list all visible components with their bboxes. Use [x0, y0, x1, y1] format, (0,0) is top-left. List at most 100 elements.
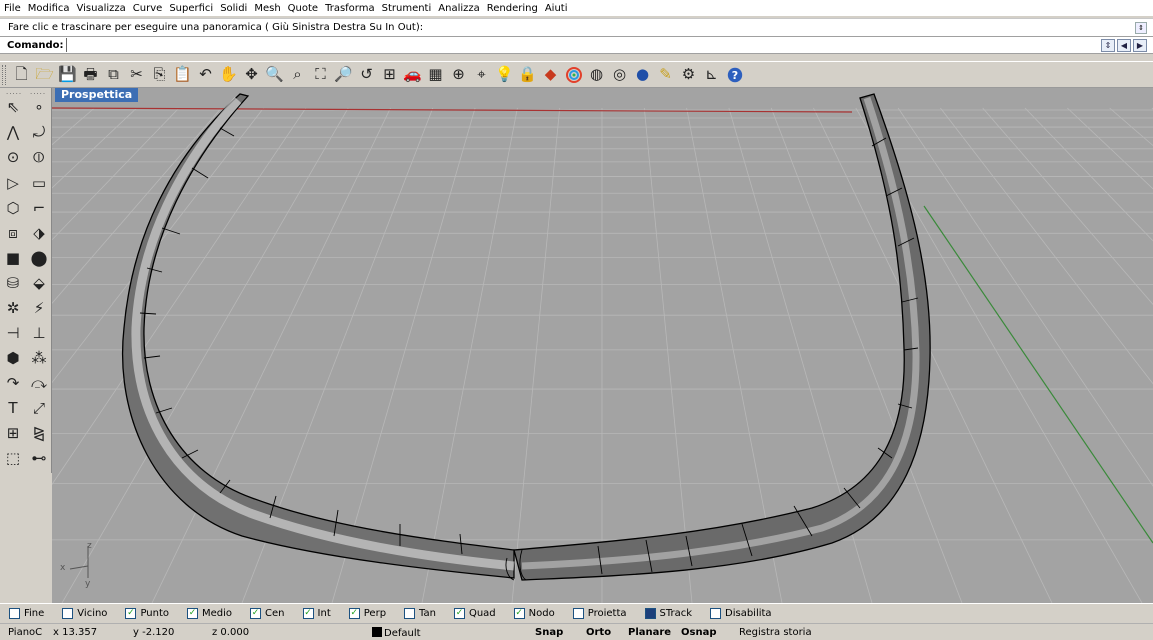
- osnap-perp-checkbox[interactable]: [348, 608, 360, 619]
- menu-strumenti[interactable]: Strumenti: [382, 3, 432, 14]
- osnap-quad-checkbox[interactable]: [453, 608, 465, 619]
- analysis-icon[interactable]: ⚡: [27, 296, 51, 320]
- menu-curve[interactable]: Curve: [133, 3, 163, 14]
- menu-rendering[interactable]: Rendering: [487, 3, 538, 14]
- cplane-icon[interactable]: ⊕: [447, 64, 470, 86]
- menu-visualizza[interactable]: Visualizza: [77, 3, 126, 14]
- copy-icon[interactable]: ⎘: [148, 64, 171, 86]
- scale-icon[interactable]: ⤢: [27, 396, 51, 420]
- menu-file[interactable]: File: [4, 3, 21, 14]
- cut-icon[interactable]: ✂: [125, 64, 148, 86]
- osnap-proietta-checkbox[interactable]: [572, 608, 584, 619]
- osnap-int-checkbox[interactable]: [302, 608, 314, 619]
- light-bulb-icon[interactable]: 💡: [493, 64, 516, 86]
- osnap-punto[interactable]: Punto: [125, 608, 169, 619]
- osnap-proietta[interactable]: Proietta: [572, 608, 627, 619]
- color-wheel-icon[interactable]: [562, 64, 585, 86]
- explode-icon[interactable]: ⁂: [27, 346, 51, 370]
- arc-icon[interactable]: ▷: [1, 171, 25, 195]
- osnap-vicino-checkbox[interactable]: [62, 608, 74, 619]
- status-ortho-button[interactable]: Orto: [586, 627, 611, 638]
- osnap-nodo[interactable]: Nodo: [513, 608, 555, 619]
- osnap-cen-checkbox[interactable]: [250, 608, 262, 619]
- dimension-linear-icon[interactable]: ⊷: [27, 446, 51, 470]
- open-folder-icon[interactable]: 🗁: [33, 64, 56, 86]
- wireframe-sphere-icon[interactable]: ◍: [585, 64, 608, 86]
- menu-mesh[interactable]: Mesh: [254, 3, 280, 14]
- print-icon[interactable]: 🖶: [79, 64, 102, 86]
- osnap-strack[interactable]: STrack: [644, 608, 692, 619]
- status-cplane[interactable]: PianoC: [8, 627, 42, 638]
- status-planar-button[interactable]: Planare: [628, 627, 671, 638]
- split-icon[interactable]: ⊥: [27, 321, 51, 345]
- point-icon[interactable]: ∘: [27, 95, 51, 119]
- array-icon[interactable]: ⊞: [1, 421, 25, 445]
- osnap-int[interactable]: Int: [302, 608, 331, 619]
- history-scroll-button[interactable]: ⇕: [1135, 22, 1147, 34]
- fillet-icon[interactable]: ⤼: [27, 371, 51, 395]
- paste-icon[interactable]: 📋: [171, 64, 194, 86]
- osnap-punto-checkbox[interactable]: [125, 608, 137, 619]
- circle-icon[interactable]: ⊙: [1, 145, 25, 169]
- four-viewports-icon[interactable]: ⊞: [378, 64, 401, 86]
- osnap-disabilita-checkbox[interactable]: [710, 608, 722, 619]
- zoom-window-icon[interactable]: ⌕: [286, 64, 309, 86]
- zoom-extents-icon[interactable]: ⛶: [309, 64, 332, 86]
- box-solid-icon[interactable]: ■: [1, 246, 25, 270]
- pan-hand-icon[interactable]: ✋: [217, 64, 240, 86]
- export-icon[interactable]: ⧉: [102, 64, 125, 86]
- menu-solidi[interactable]: Solidi: [220, 3, 247, 14]
- status-snap-button[interactable]: Snap: [535, 627, 563, 638]
- cylinder-icon[interactable]: ⛁: [1, 271, 25, 295]
- dimension-icon[interactable]: ⊾: [700, 64, 723, 86]
- zoom-dynamic-icon[interactable]: 🔍: [263, 64, 286, 86]
- rotate-view-icon[interactable]: ✥: [240, 64, 263, 86]
- new-file-icon[interactable]: 🗋: [10, 64, 33, 86]
- osnap-fine[interactable]: Fine: [9, 608, 44, 619]
- curve-control-points-icon[interactable]: ⤾: [27, 120, 51, 144]
- zoom-selected-icon[interactable]: 🔎: [332, 64, 355, 86]
- select-arrow-icon[interactable]: ⇖: [1, 95, 25, 119]
- osnap-cen[interactable]: Cen: [250, 608, 285, 619]
- mesh-icon[interactable]: ⬙: [27, 271, 51, 295]
- render-box-icon[interactable]: ⬚: [1, 446, 25, 470]
- osnap-medio-checkbox[interactable]: [187, 608, 199, 619]
- save-icon[interactable]: 💾: [56, 64, 79, 86]
- layer-icon[interactable]: ◆: [539, 64, 562, 86]
- car-icon[interactable]: 🚗: [401, 64, 424, 86]
- status-layer[interactable]: Default: [372, 627, 421, 639]
- mirror-icon[interactable]: ⧎: [27, 421, 51, 445]
- undo-icon[interactable]: ↶: [194, 64, 217, 86]
- lock-icon[interactable]: 🔒: [516, 64, 539, 86]
- ellipse-icon[interactable]: ⦶: [27, 145, 51, 169]
- offset-icon[interactable]: ↷: [1, 371, 25, 395]
- osnap-vicino[interactable]: Vicino: [62, 608, 107, 619]
- osnap-strack-checkbox[interactable]: [644, 608, 656, 619]
- gear-icon[interactable]: ⚙: [677, 64, 700, 86]
- polyline-icon[interactable]: ⋀: [1, 120, 25, 144]
- menu-modifica[interactable]: Modifica: [28, 3, 70, 14]
- rendered-sphere-icon[interactable]: ●: [631, 64, 654, 86]
- surface-from-points-icon[interactable]: ⧈: [1, 221, 25, 245]
- surface-edit-icon[interactable]: ⬗: [27, 221, 51, 245]
- viewport-title-tab[interactable]: Prospettica: [55, 88, 139, 102]
- toolbar-grip[interactable]: [2, 64, 6, 85]
- help-icon[interactable]: ?: [723, 64, 746, 86]
- menu-quote[interactable]: Quote: [288, 3, 318, 14]
- rectangle-icon[interactable]: ▭: [27, 171, 51, 195]
- perspective-viewport[interactable]: z x y Prospettica: [52, 88, 1153, 603]
- fillet-curve-icon[interactable]: ⌐: [27, 196, 51, 220]
- status-osnap-button[interactable]: Osnap: [681, 627, 716, 638]
- target-icon[interactable]: ⌖: [470, 64, 493, 86]
- osnap-nodo-checkbox[interactable]: [513, 608, 525, 619]
- text-icon[interactable]: T: [1, 396, 25, 420]
- transform-icon[interactable]: ✲: [1, 296, 25, 320]
- boolean-icon[interactable]: ⬤: [27, 246, 51, 270]
- status-history-button[interactable]: Registra storia: [739, 627, 812, 638]
- command-history-toggle-icon[interactable]: ⇕: [1101, 39, 1115, 52]
- osnap-disabilita[interactable]: Disabilita: [710, 608, 772, 619]
- shaded-sphere-icon[interactable]: ◎: [608, 64, 631, 86]
- pen-icon[interactable]: ✎: [654, 64, 677, 86]
- osnap-quad[interactable]: Quad: [453, 608, 496, 619]
- menu-trasforma[interactable]: Trasforma: [325, 3, 375, 14]
